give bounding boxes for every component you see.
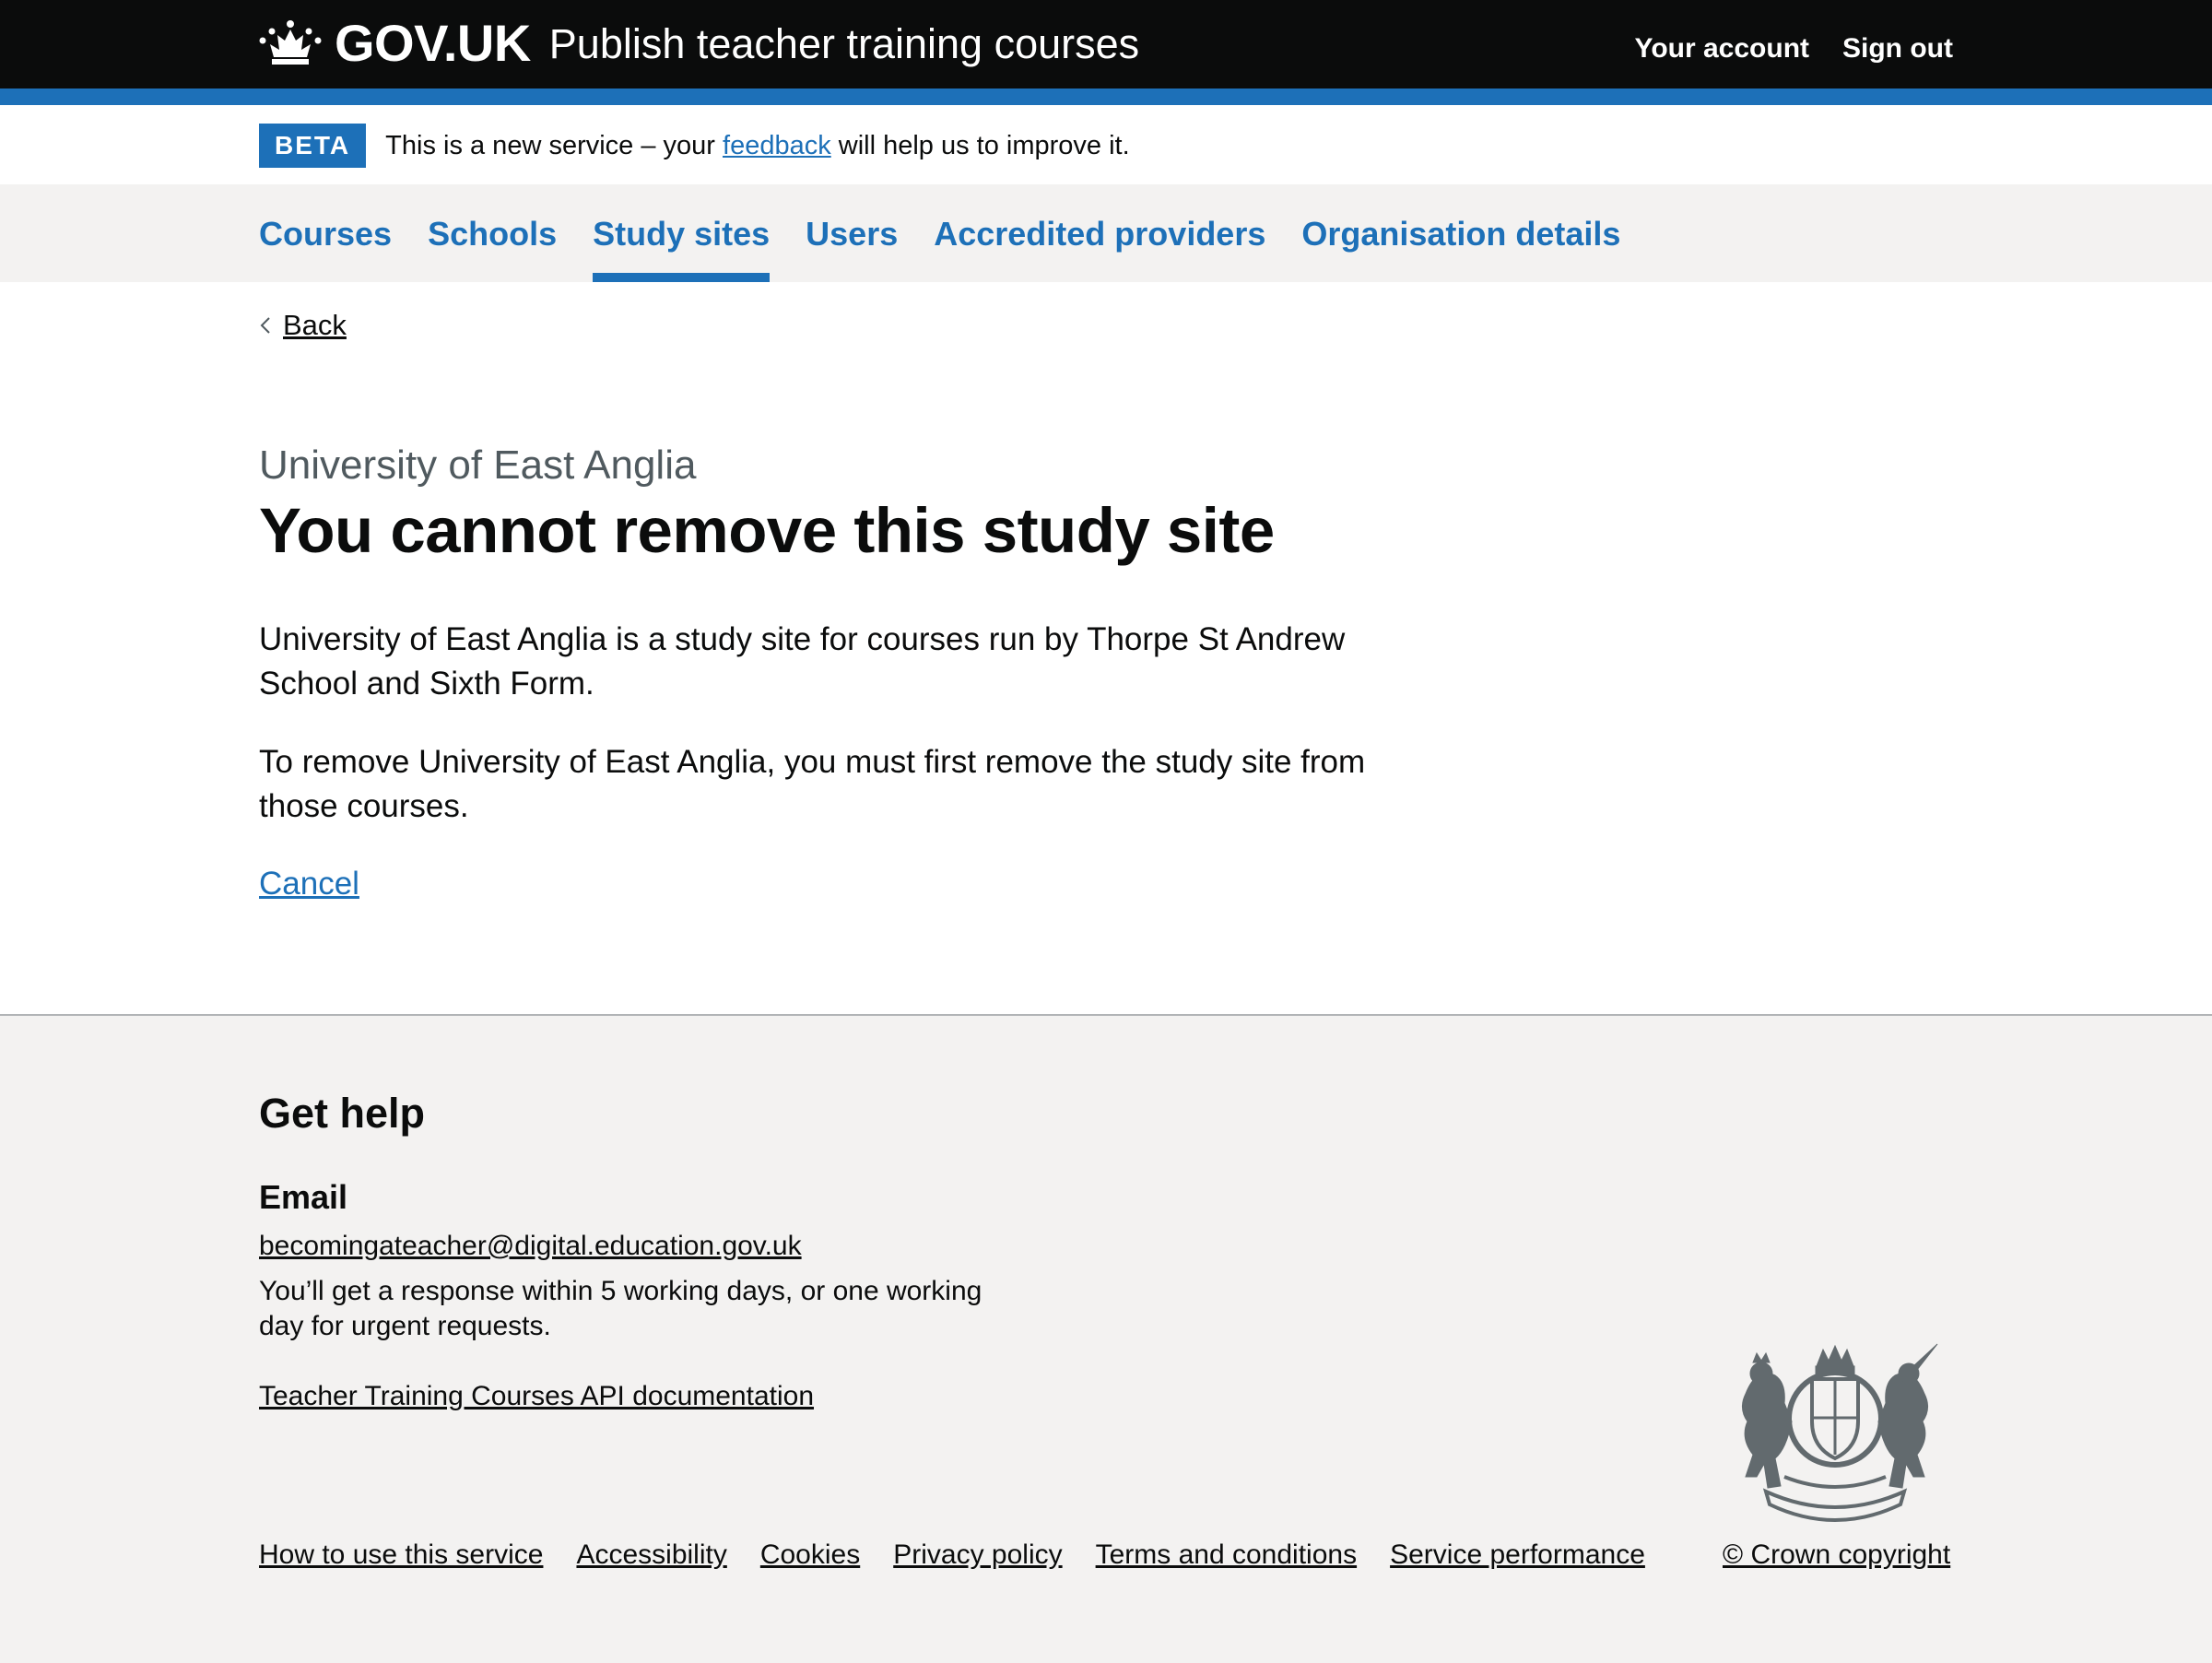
footer-link-privacy-policy[interactable]: Privacy policy <box>893 1539 1062 1571</box>
footer-link-how-to-use[interactable]: How to use this service <box>259 1539 543 1571</box>
govuk-logotype: GOV.UK <box>335 14 531 72</box>
phase-banner: BETA This is a new service – your feedba… <box>259 124 1130 168</box>
page-caption: University of East Anglia <box>259 442 697 488</box>
nav-item-organisation-details[interactable]: Organisation details <box>1301 184 1620 282</box>
footer-help-title: Get help <box>259 1090 426 1137</box>
page-title: You cannot remove this study site <box>259 495 1275 566</box>
explanation-paragraph: University of East Anglia is a study sit… <box>259 621 1346 702</box>
nav-link-users[interactable]: Users <box>806 215 898 254</box>
footer-link-service-performance[interactable]: Service performance <box>1390 1539 1645 1571</box>
cancel-link[interactable]: Cancel <box>259 866 359 902</box>
footer-link-terms[interactable]: Terms and conditions <box>1096 1539 1357 1571</box>
footer-email-heading: Email <box>259 1178 348 1216</box>
nav-item-accredited-providers[interactable]: Accredited providers <box>934 184 1265 282</box>
back-link[interactable]: Back <box>283 309 347 342</box>
sign-out-link[interactable]: Sign out <box>1842 33 1953 65</box>
nav-link-accredited-providers[interactable]: Accredited providers <box>934 215 1265 254</box>
api-documentation-link[interactable]: Teacher Training Courses API documentati… <box>259 1381 814 1412</box>
crown-icon <box>259 20 322 65</box>
phase-text-after: will help us to improve it. <box>830 130 1130 160</box>
feedback-link[interactable]: feedback <box>723 131 831 160</box>
footer-link-accessibility[interactable]: Accessibility <box>576 1539 726 1571</box>
instruction-paragraph: To remove University of East Anglia, you… <box>259 744 1366 824</box>
header-blue-bar <box>0 88 2212 105</box>
nav-item-study-sites[interactable]: Study sites <box>593 184 771 282</box>
phase-banner-text: This is a new service – your feedback wi… <box>385 131 1130 161</box>
royal-coat-of-arms-icon <box>1742 1343 1938 1522</box>
beta-tag: BETA <box>259 124 367 168</box>
footer-link-cookies[interactable]: Cookies <box>760 1539 860 1571</box>
support-email-link[interactable]: becomingateacher@digital.education.gov.u… <box>259 1231 802 1262</box>
service-name[interactable]: Publish teacher training courses <box>549 23 1139 65</box>
nav-item-users[interactable]: Users <box>806 184 898 282</box>
header-account-nav: Your account Sign out <box>1635 33 1953 65</box>
chevron-left-icon <box>260 317 270 334</box>
footer-links: How to use this service Accessibility Co… <box>259 1539 1645 1571</box>
nav-item-schools[interactable]: Schools <box>428 184 557 282</box>
response-time-note: You’ll get a response within 5 working d… <box>259 1276 982 1341</box>
phase-text-before: This is a new service – your <box>385 130 724 160</box>
primary-nav: Courses Schools Study sites Users Accred… <box>0 184 2212 282</box>
govuk-logo-link[interactable]: GOV.UK Publish teacher training courses <box>259 13 1139 74</box>
site-footer: Get help Email becomingateacher@digital.… <box>0 1014 2212 1663</box>
nav-link-courses[interactable]: Courses <box>259 215 392 254</box>
back-link-container: Back <box>259 309 347 342</box>
nav-item-courses[interactable]: Courses <box>259 184 392 282</box>
site-header: GOV.UK Publish teacher training courses … <box>0 0 2212 88</box>
nav-link-study-sites[interactable]: Study sites <box>593 215 770 254</box>
crown-copyright-link[interactable]: © Crown copyright <box>1723 1539 1950 1571</box>
your-account-link[interactable]: Your account <box>1635 33 1809 65</box>
nav-link-schools[interactable]: Schools <box>428 215 557 254</box>
nav-link-organisation-details[interactable]: Organisation details <box>1301 215 1620 254</box>
